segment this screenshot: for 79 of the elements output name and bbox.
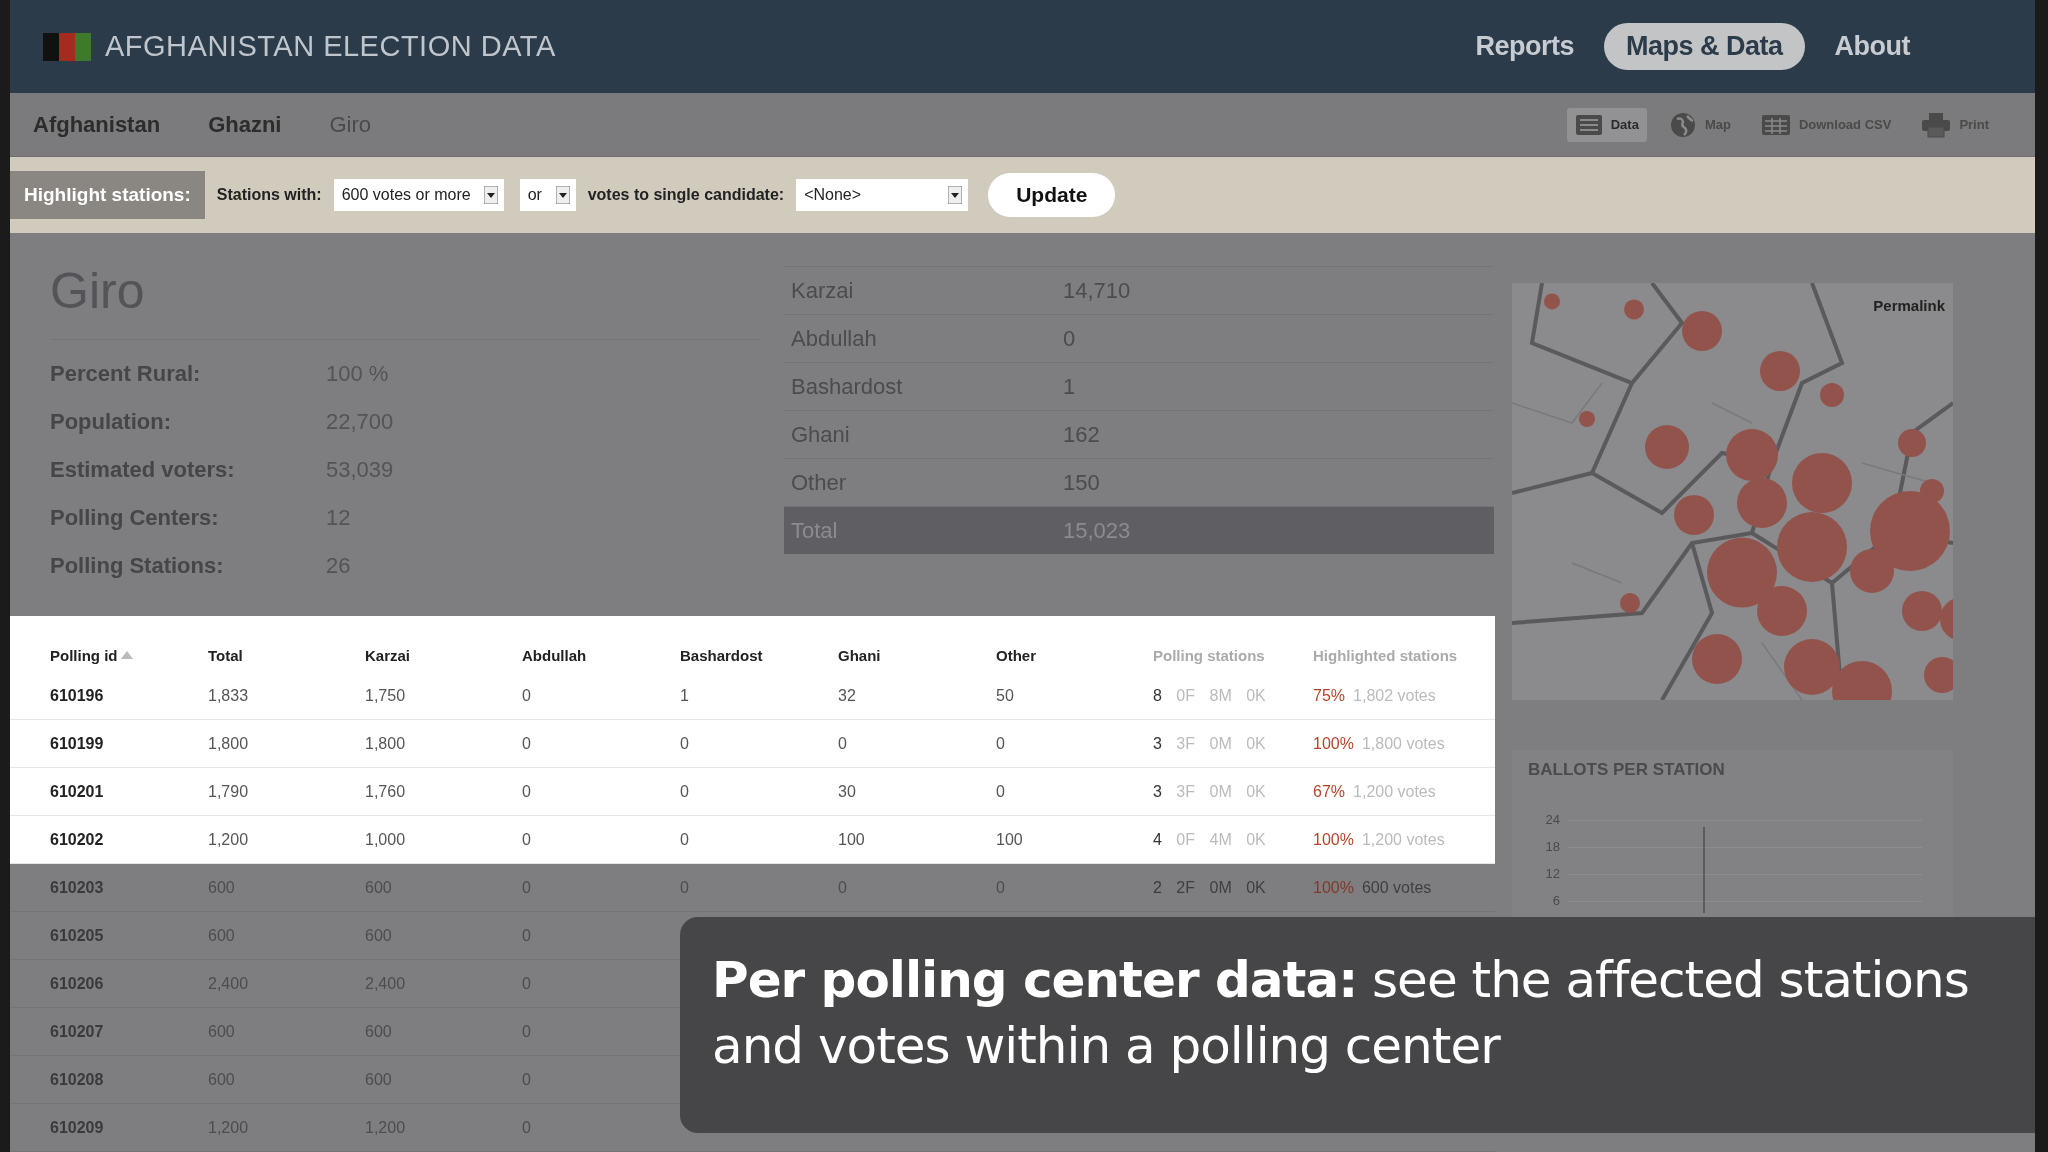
table-cell-text: 0 bbox=[838, 734, 848, 753]
stations-cell-text: 3 3F 0M 0K bbox=[1153, 782, 1267, 801]
table-cell-text: 1 bbox=[680, 686, 690, 705]
table-cell-text: 610208 bbox=[50, 1070, 105, 1089]
table-cell-text: 610209 bbox=[50, 1118, 105, 1137]
stations-cell-text: 4 0F 4M 0K bbox=[1153, 830, 1267, 849]
highlight-cell-text: 100% 1,200 votes bbox=[1313, 830, 1446, 849]
site-title: AFGHANISTAN ELECTION DATA bbox=[105, 30, 556, 64]
column-header[interactable]: Ghani bbox=[838, 646, 996, 664]
table-cell-text: 610207 bbox=[50, 1022, 105, 1041]
stat-label: Percent Rural: bbox=[50, 361, 202, 387]
highlight-cell-text: 100% 1,800 votes bbox=[1313, 734, 1446, 753]
table-cell-text: 0 bbox=[680, 830, 690, 849]
column-header[interactable]: Bashardost bbox=[680, 646, 838, 664]
caption: Per polling center data: see the affected stations and votes within a polling center bbox=[680, 917, 2035, 1133]
table-cell-text: 610201 bbox=[50, 782, 105, 801]
globe-icon bbox=[1668, 110, 1697, 139]
threshold-select[interactable]: 600 votes or more bbox=[333, 179, 504, 212]
caret-icon bbox=[483, 186, 498, 205]
nav-link[interactable]: Maps & Data bbox=[1604, 23, 1805, 71]
sort-icon bbox=[120, 651, 133, 659]
stations-cell-text: 3 3F 0M 0K bbox=[1153, 734, 1267, 753]
highlight-cell-text: 75% 1,802 votes bbox=[1313, 686, 1437, 705]
table-cell-text: 610203 bbox=[50, 878, 105, 897]
highlight-cell-text: 100% 600 votes bbox=[1313, 878, 1433, 897]
table-cell-text: 32 bbox=[838, 686, 857, 705]
table-cell-text: 1,760 bbox=[365, 782, 407, 801]
table-cell-text: 1,790 bbox=[208, 782, 250, 801]
table-cell-text: 1,000 bbox=[365, 830, 407, 849]
column-header[interactable]: Other bbox=[996, 646, 1153, 664]
table-cell-text: 610202 bbox=[50, 830, 105, 849]
caret-icon bbox=[555, 186, 570, 205]
toolbar-link[interactable]: Data bbox=[1566, 107, 1647, 142]
table-icon bbox=[1760, 113, 1791, 136]
table-cell-text: 610206 bbox=[50, 974, 105, 993]
list-icon bbox=[1574, 113, 1603, 136]
highlight-cell-text: 67% 1,200 votes bbox=[1313, 782, 1437, 801]
caret-icon bbox=[948, 186, 963, 205]
stat-label: Polling Stations: bbox=[50, 553, 225, 579]
table-cell-text: 100 bbox=[996, 830, 1024, 849]
update-button[interactable]: Update bbox=[988, 173, 1116, 218]
table-cell-text: 610205 bbox=[50, 926, 105, 945]
table-cell-text: 1,200 bbox=[208, 830, 250, 849]
table-cell-text: 0 bbox=[680, 782, 690, 801]
stations-cell-text: 8 0F 8M 0K bbox=[1153, 686, 1267, 705]
highlight-label: Highlight stations: bbox=[10, 171, 205, 220]
table-cell-text: 610199 bbox=[50, 734, 105, 753]
table-cell-text: 0 bbox=[680, 734, 690, 753]
table-cell-text: 1,750 bbox=[365, 686, 407, 705]
table-cell-text: 1,800 bbox=[365, 734, 407, 753]
operator-select[interactable]: or bbox=[519, 179, 576, 212]
column-header[interactable]: Abdullah bbox=[522, 646, 680, 664]
field-label: Stations with: bbox=[216, 186, 322, 205]
table-cell-text: 50 bbox=[996, 686, 1015, 705]
table-cell-text: 0 bbox=[996, 734, 1006, 753]
permalink-link[interactable]: Permalink bbox=[1873, 297, 1945, 314]
field-label: votes to single candidate: bbox=[587, 186, 785, 205]
table-cell-text: 30 bbox=[838, 782, 857, 801]
table-cell-text: 1,833 bbox=[208, 686, 250, 705]
stations-cell-text: 2 2F 0M 0K bbox=[1153, 878, 1267, 897]
stat-label: Population: bbox=[50, 409, 172, 435]
stat-label: Polling Centers: bbox=[50, 505, 220, 531]
table-cell-text: 100 bbox=[838, 830, 866, 849]
stat-label: Estimated voters: bbox=[50, 457, 236, 483]
table-cell-text: 0 bbox=[522, 734, 532, 753]
nav-link[interactable]: About bbox=[1812, 23, 1932, 71]
candidate-select[interactable]: <None> bbox=[796, 179, 969, 212]
table-cell-text: 0 bbox=[996, 782, 1006, 801]
column-header[interactable]: Polling id bbox=[50, 646, 208, 664]
flag-icon bbox=[43, 32, 91, 61]
table-cell-text: 0 bbox=[522, 830, 532, 849]
column-header[interactable]: Karzai bbox=[365, 646, 522, 664]
table-cell-text: 0 bbox=[522, 686, 532, 705]
printer-icon bbox=[1921, 111, 1952, 138]
nav-link[interactable]: Reports bbox=[1453, 23, 1596, 71]
table-cell-text: 0 bbox=[522, 782, 532, 801]
table-cell-text: 610196 bbox=[50, 686, 105, 705]
column-header[interactable]: Total bbox=[208, 646, 365, 664]
table-cell-text: 1,800 bbox=[208, 734, 250, 753]
